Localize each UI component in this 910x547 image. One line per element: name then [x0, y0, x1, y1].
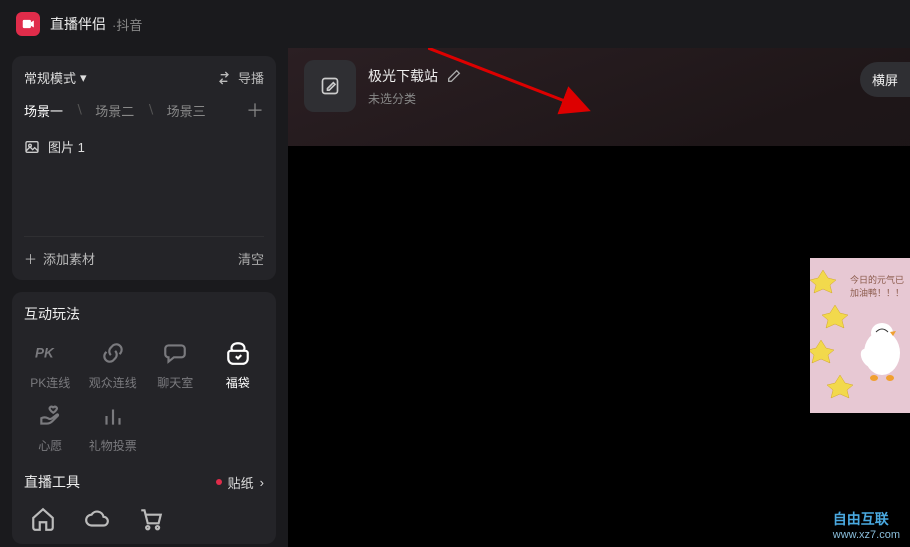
svg-text:PK: PK [35, 346, 55, 361]
scene-tab-2[interactable]: 场景二 [95, 101, 134, 120]
play-item-bag[interactable]: 福袋 [212, 338, 265, 391]
scene-tab-1[interactable]: 场景一 [24, 101, 63, 120]
play-item-vote[interactable]: 礼物投票 [87, 401, 140, 454]
app-subtitle: ·抖音 [112, 15, 142, 34]
mode-label-text: 常规模式 [24, 68, 76, 87]
main-layout: 常规模式 ▾ 导播 场景一 ∖ 场景二 ∖ 场景三 ＋ 图片 1 [0, 48, 910, 547]
link-icon [98, 338, 128, 368]
pk-icon: PK [35, 338, 65, 368]
chat-icon [160, 338, 190, 368]
scene-tabs: 场景一 ∖ 场景二 ∖ 场景三 ＋ [24, 97, 264, 123]
room-title: 极光下载站 [368, 66, 438, 86]
floating-scene-thumbnail[interactable]: 今日的元气已 加油鸭！！！ [810, 258, 910, 413]
bag-icon [223, 338, 253, 368]
chevron-right-icon: › [260, 475, 264, 490]
room-topbar: 极光下载站 未选分类 [288, 48, 910, 124]
sticker-label: 贴纸 [228, 473, 254, 492]
play-item-pk[interactable]: PK PK连线 [24, 338, 77, 391]
sidebar: 常规模式 ▾ 导播 场景一 ∖ 场景二 ∖ 场景三 ＋ 图片 1 [0, 48, 288, 547]
app-header: 直播伴侣 ·抖音 [0, 0, 910, 48]
image-icon [24, 139, 40, 155]
interactive-title: 互动玩法 [24, 304, 264, 324]
watermark-main: 自由互联 [833, 511, 889, 527]
interactive-grid: PK PK连线 观众连线 聊天室 福袋 心愿 [24, 338, 264, 454]
interactive-panel: 互动玩法 PK PK连线 观众连线 聊天室 福袋 [12, 292, 276, 544]
sticker-button[interactable]: 贴纸 › [216, 473, 264, 492]
tool-icons-row [24, 506, 264, 532]
chevron-down-icon: ▾ [80, 70, 87, 86]
room-info: 极光下载站 未选分类 [368, 66, 462, 107]
layer-item-image[interactable]: 图片 1 [24, 137, 264, 156]
play-item-audience[interactable]: 观众连线 [87, 338, 140, 391]
mode-dropdown[interactable]: 常规模式 ▾ [24, 68, 87, 87]
add-material-button[interactable]: ＋ 添加素材 [24, 249, 95, 268]
room-category[interactable]: 未选分类 [368, 90, 462, 107]
add-scene-button[interactable]: ＋ [246, 97, 264, 123]
play-item-wish[interactable]: 心愿 [24, 401, 77, 454]
tool-cart-icon[interactable] [138, 506, 164, 532]
layer-label: 图片 1 [48, 137, 85, 156]
add-material-label: 添加素材 [43, 249, 95, 268]
scene-tab-3[interactable]: 场景三 [167, 101, 206, 120]
tools-header: 直播工具 贴纸 › [24, 472, 264, 492]
app-title: 直播伴侣 [50, 14, 106, 34]
play-item-chatroom[interactable]: 聊天室 [149, 338, 202, 391]
clear-button[interactable]: 清空 [238, 249, 264, 268]
plus-icon: ＋ [24, 249, 37, 268]
edit-title-icon[interactable] [446, 68, 462, 84]
content-area: 极光下载站 未选分类 横屏 今日的元气已 加油鸭！！！ [288, 48, 910, 547]
bar-chart-icon [98, 401, 128, 431]
sticker-dot [216, 479, 222, 485]
orientation-label: 横屏 [872, 73, 898, 88]
director-label: 导播 [238, 68, 264, 87]
edit-square-icon [320, 76, 340, 96]
svg-text:加油鸭！！！: 加油鸭！！！ [850, 287, 904, 298]
tool-home-icon[interactable] [30, 506, 56, 532]
director-switch[interactable]: 导播 [216, 68, 264, 87]
swap-icon [216, 70, 232, 86]
orientation-button[interactable]: 横屏 [860, 62, 910, 97]
svg-text:今日的元气已: 今日的元气已 [850, 274, 904, 285]
watermark-sub: www.xz7.com [833, 529, 900, 541]
scene-panel: 常规模式 ▾ 导播 场景一 ∖ 场景二 ∖ 场景三 ＋ 图片 1 [12, 56, 276, 280]
heart-hand-icon [35, 401, 65, 431]
tool-cloud-icon[interactable] [84, 506, 110, 532]
cover-upload[interactable] [304, 60, 356, 112]
tools-title: 直播工具 [24, 472, 80, 492]
watermark: 自由互联 www.xz7.com [833, 509, 900, 541]
app-logo [16, 12, 40, 36]
